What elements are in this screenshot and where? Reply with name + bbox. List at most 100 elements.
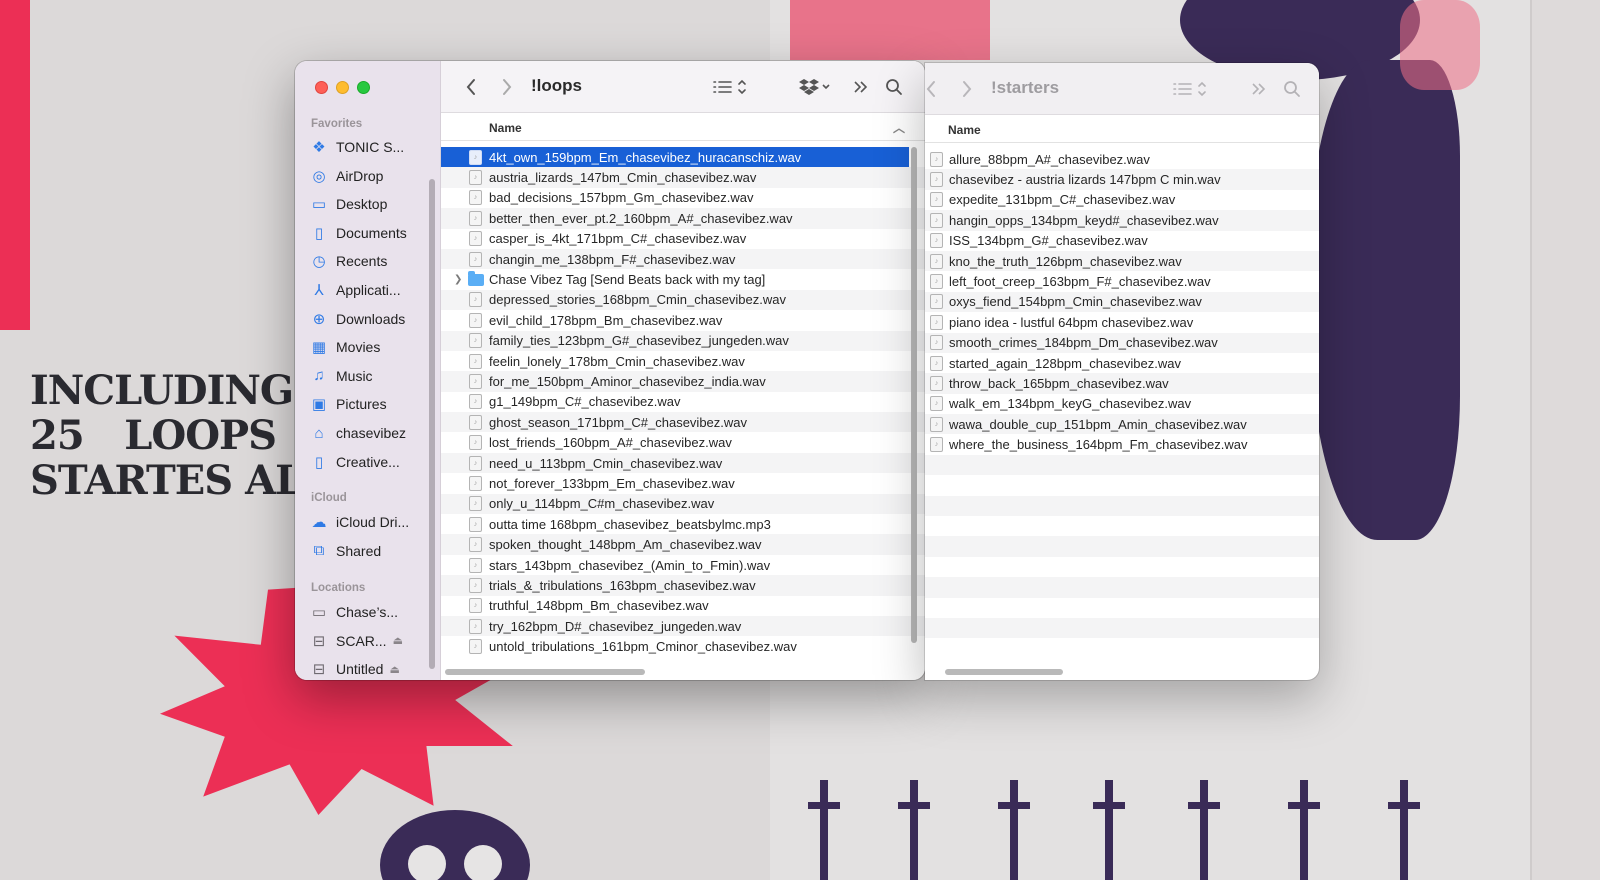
dropbox-button[interactable] — [795, 75, 835, 99]
sidebar-item-favorites[interactable]: ▣ Pictures — [309, 391, 434, 417]
sidebar-item-icloud[interactable]: ☁ iCloud Dri... — [309, 509, 434, 535]
film-icon: ▦ — [311, 339, 327, 357]
sidebar-item-locations[interactable]: ▭ Chase’s... — [309, 599, 434, 625]
horizontal-scrollbar[interactable] — [445, 669, 645, 675]
sidebar-item-label: iCloud Dri... — [336, 514, 410, 530]
file-row[interactable]: ♪ spoken_thought_148bpm_Am_chasevibez.wav — [441, 534, 925, 555]
file-row[interactable]: ♪ casper_is_4kt_171bpm_C#_chasevibez.wav — [441, 229, 925, 249]
file-row[interactable]: ♪ better_then_ever_pt.2_160bpm_A#_chasevi… — [441, 208, 925, 229]
file-name: 4kt_own_159bpm_Em_chasevibez_huracanschi… — [489, 149, 802, 165]
file-row[interactable]: ♪ changin_me_138bpm_F#_chasevibez.wav — [441, 248, 925, 270]
sidebar-item-favorites[interactable]: ▦ Movies — [309, 334, 434, 360]
view-options-button[interactable] — [1171, 77, 1211, 101]
column-header-name[interactable]: Name ︿ — [441, 113, 925, 141]
sidebar-item-locations[interactable]: ⊟ Untitled ⏏ — [309, 656, 434, 680]
file-row[interactable]: ♪ piano idea - lustful 64bpm chasevibez.w… — [925, 312, 1319, 332]
file-row[interactable]: ♪ 4kt_own_159bpm_Em_chasevibez_huracansch… — [441, 147, 909, 168]
file-row[interactable]: ♪ not_forever_133bpm_Em_chasevibez.wav — [441, 473, 925, 493]
file-row[interactable]: ♪ allure_88bpm_A#_chasevibez.wav — [925, 149, 1319, 169]
file-row[interactable]: ♪ austria_lizards_147bm_Cmin_chasevibez.w… — [441, 167, 925, 188]
file-row[interactable]: ♪ ghost_season_171bpm_C#_chasevibez.wav — [441, 412, 925, 433]
file-row[interactable]: ♪ evil_child_178bpm_Bm_chasevibez.wav — [441, 310, 925, 330]
file-row[interactable]: ♪ left_foot_creep_163bpm_F#_chasevibez.wa… — [925, 271, 1319, 291]
file-list: ♪ allure_88bpm_A#_chasevibez.wav ♪ chasevib… — [925, 149, 1319, 649]
file-row[interactable]: ♪ chasevibez - austria lizards 147bpm C m… — [925, 169, 1319, 190]
forward-button[interactable] — [495, 75, 519, 99]
back-button[interactable] — [459, 75, 483, 99]
eject-icon[interactable]: ⏏ — [393, 634, 403, 647]
file-row[interactable]: ♪ expedite_131bpm_C#_chasevibez.wav — [925, 190, 1319, 210]
file-row[interactable]: ♪ oxys_fiend_154bpm_Cmin_chasevibez.wav — [925, 291, 1319, 313]
forward-button[interactable] — [957, 77, 977, 101]
file-row[interactable]: ♪ need_u_113bpm_Cmin_chasevibez.wav — [441, 452, 925, 474]
folder-row[interactable]: ❯ Chase Vibez Tag [Send Beats back with m… — [441, 269, 925, 289]
audio-file-icon: ♪ — [469, 251, 482, 267]
sidebar-item-favorites[interactable]: ◎ AirDrop — [309, 163, 434, 189]
finder-window-starters: !starters Name ♪ allure_88bpm_A#_chasevib… — [925, 63, 1319, 680]
audio-file-icon: ♪ — [469, 149, 482, 165]
horizontal-scrollbar[interactable] — [945, 669, 1063, 675]
file-name: chasevibez - austria lizards 147bpm C mi… — [949, 172, 1221, 188]
file-row[interactable]: ♪ outta time 168bpm_chasevibez_beatsbylmc… — [441, 514, 925, 534]
search-button[interactable] — [883, 75, 905, 99]
vertical-scrollbar[interactable] — [911, 147, 917, 643]
file-row[interactable]: ♪ stars_143bpm_chasevibez_(Amin_to_Fmin).… — [441, 555, 925, 575]
back-button[interactable] — [925, 77, 941, 101]
minimize-window-button[interactable] — [336, 81, 349, 94]
file-row[interactable]: ♪ bad_decisions_157bpm_Gm_chasevibez.wav — [441, 188, 925, 208]
sidebar-item-favorites[interactable]: ▯ Creative... — [309, 449, 434, 475]
file-row[interactable]: ♪ depressed_stories_168bpm_Cmin_chasevibe… — [441, 289, 925, 311]
file-row[interactable]: ♪ for_me_150bpm_Aminor_chasevibez_india.w… — [441, 371, 925, 392]
sidebar-section-favorites: Favorites — [311, 118, 363, 130]
file-row[interactable]: ♪ family_ties_123bpm_G#_chasevibez_junged… — [441, 330, 925, 351]
file-row[interactable]: ♪ smooth_crimes_184bpm_Dm_chasevibez.wav — [925, 332, 1319, 353]
file-row[interactable]: ♪ ISS_134bpm_G#_chasevibez.wav — [925, 231, 1319, 251]
file-row[interactable]: ♪ hangin_opps_134bpm_keyd#_chasevibez.wav — [925, 210, 1319, 231]
sidebar-item-favorites[interactable]: ▭ Desktop — [309, 191, 434, 217]
sidebar-item-favorites[interactable]: ◷ Recents — [309, 248, 434, 274]
file-row[interactable]: ♪ untold_tribulations_161bpm_Cminor_chase… — [441, 636, 925, 656]
file-row[interactable]: ♪ trials_&_tribulations_163bpm_chasevibez… — [441, 575, 925, 596]
file-name: casper_is_4kt_171bpm_C#_chasevibez.wav — [489, 231, 747, 247]
file-row[interactable]: ♪ wawa_double_cup_151bpm_Amin_chasevibez.… — [925, 414, 1319, 435]
sidebar-item-favorites[interactable]: ♫ Music — [309, 363, 434, 389]
sidebar-item-favorites[interactable]: ⊕ Downloads — [309, 306, 434, 332]
zoom-window-button[interactable] — [357, 81, 370, 94]
close-window-button[interactable] — [315, 81, 328, 94]
file-row[interactable]: ♪ where_the_business_164bpm_Fm_chasevibez… — [925, 434, 1319, 454]
file-name: outta time 168bpm_chasevibez_beatsbylmc.… — [489, 516, 771, 532]
file-name: started_again_128bpm_chasevibez.wav — [949, 355, 1181, 371]
sidebar-scrollbar[interactable] — [429, 179, 435, 669]
more-toolbar-button[interactable] — [851, 75, 871, 99]
sidebar-item-locations[interactable]: ⊟ SCAR... ⏏ — [309, 628, 434, 654]
file-row[interactable]: ♪ kno_the_truth_126bpm_chasevibez.wav — [925, 250, 1319, 272]
file-row[interactable]: ♪ throw_back_165bpm_chasevibez.wav — [925, 373, 1319, 394]
file-row[interactable]: ♪ feelin_lonely_178bm_Cmin_chasevibez.wav — [441, 351, 925, 371]
sidebar-item-favorites[interactable]: ▯ Documents — [309, 220, 434, 246]
sidebar-item-favorites[interactable]: ❖ TONIC S... — [309, 134, 434, 160]
sidebar-item-favorites[interactable]: ⅄ Applicati... — [309, 277, 434, 303]
audio-file-icon: ♪ — [469, 190, 482, 206]
audio-file-icon: ♪ — [469, 333, 482, 349]
file-row[interactable]: ♪ truthful_148bpm_Bm_chasevibez.wav — [441, 596, 925, 616]
double-chevron-right-icon — [854, 81, 868, 93]
audio-file-icon: ♪ — [469, 373, 482, 389]
wallpaper-daggers — [800, 780, 1500, 880]
view-options-button[interactable] — [711, 75, 751, 99]
file-row[interactable]: ♪ try_162bpm_D#_chasevibez_jungeden.wav — [441, 615, 925, 637]
file-row[interactable]: ♪ g1_149bpm_C#_chasevibez.wav — [441, 392, 925, 412]
more-toolbar-button[interactable] — [1249, 77, 1269, 101]
sidebar-item-label: Recents — [336, 253, 388, 270]
file-row[interactable]: ♪ walk_em_134bpm_keyG_chasevibez.wav — [925, 394, 1319, 414]
sidebar-item-favorites[interactable]: ⌂ chasevibez — [309, 420, 434, 446]
file-row[interactable]: ♪ lost_friends_160bpm_A#_chasevibez.wav — [441, 432, 925, 452]
file-row[interactable]: ♪ started_again_128bpm_chasevibez.wav — [925, 353, 1319, 373]
folder-icon — [468, 270, 484, 286]
sidebar-item-icloud[interactable]: ⧉ Shared — [309, 538, 434, 564]
eject-icon[interactable]: ⏏ — [389, 663, 399, 676]
search-button[interactable] — [1281, 77, 1303, 101]
file-row[interactable]: ♪ only_u_114bpm_C#m_chasevibez.wav — [441, 493, 925, 515]
audio-file-icon: ♪ — [930, 416, 943, 432]
column-header-name[interactable]: Name — [925, 115, 1319, 143]
disclosure-triangle-icon[interactable]: ❯ — [454, 274, 462, 285]
